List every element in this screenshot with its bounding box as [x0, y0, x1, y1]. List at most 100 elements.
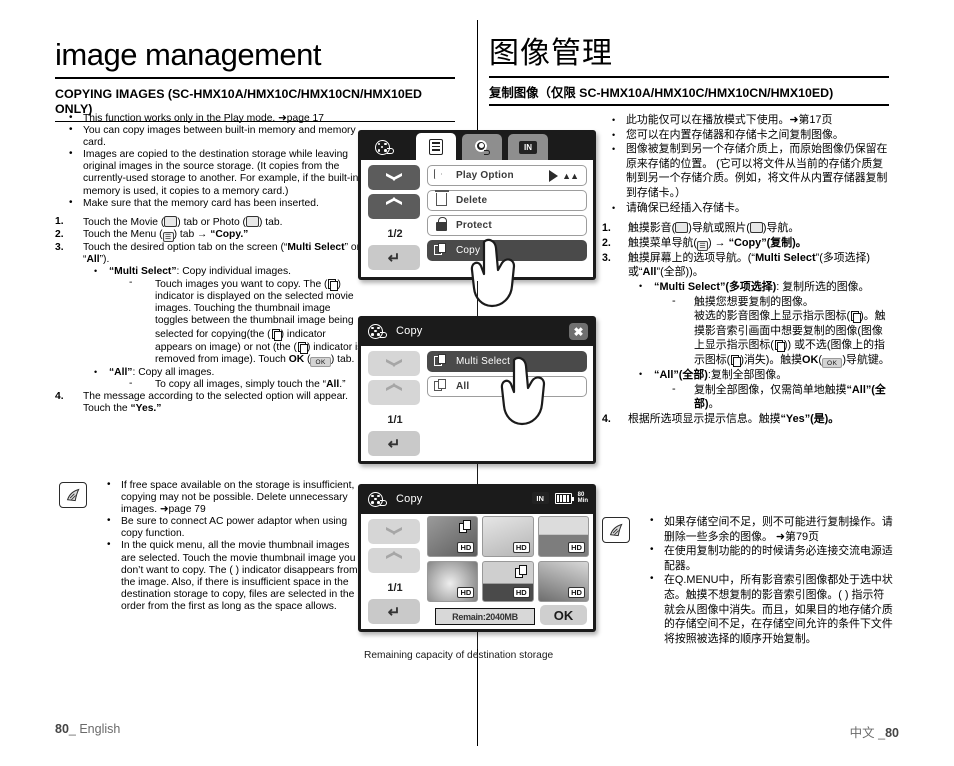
- step-3-bold-1: Multi Select: [287, 241, 345, 253]
- list-item: Make sure that the memory card has been …: [55, 197, 365, 210]
- film-reel-icon: [368, 491, 387, 507]
- list-item: You can copy images between built-in mem…: [55, 124, 365, 149]
- detail-e: )消失)。触摸: [740, 353, 803, 366]
- footer-underscore: _: [874, 726, 886, 740]
- step-1-text-c: ) tab.: [258, 216, 283, 228]
- ok-bold: OK: [802, 353, 819, 366]
- screen2-title: Copy: [396, 325, 423, 337]
- all-detail-end: .”: [339, 378, 346, 390]
- note-item: Be sure to connect AC power adaptor when…: [93, 515, 367, 540]
- screen2-title-bar: Copy ✖: [358, 316, 596, 346]
- scroll-down-button[interactable]: [368, 548, 420, 573]
- menu-tab-button[interactable]: [416, 133, 456, 161]
- close-icon[interactable]: ✖: [569, 323, 588, 340]
- step-2-text-b: ) tab →: [173, 228, 211, 240]
- step-4-bold: “Yes”(是)。: [780, 412, 840, 425]
- page-indicator: 1/1: [387, 414, 403, 426]
- menu-item-copy[interactable]: Copy: [427, 240, 587, 261]
- chinese-column-header: 图像管理 复制图像（仅限 SC-HMX10A/HMX10C/HMX10CN/HM…: [489, 37, 889, 106]
- step-1: Touch the Movie () tab or Photo () tab.: [55, 215, 365, 229]
- remaining-capacity-label: Remain:2040MB: [435, 608, 535, 625]
- thumbnail-item[interactable]: HD: [427, 561, 479, 602]
- list-item: 图像被复制到另一个存储介质上，而原始图像仍保留在原来存储的位置。 (它可以将文件…: [602, 142, 892, 200]
- english-note-box: If free space available on the storage i…: [55, 479, 367, 613]
- detail-g: )导航键。: [842, 353, 890, 366]
- hd-badge: HD: [568, 587, 585, 598]
- step-4-text: The message according to the selected op…: [83, 390, 349, 414]
- option-all[interactable]: All: [427, 376, 587, 397]
- thumbnail-item[interactable]: HD: [482, 561, 534, 602]
- all-detail-a: 复制全部图像，仅需简单地触摸: [694, 383, 847, 396]
- footer-chinese: 中文 _80: [850, 722, 899, 741]
- screen3-title-bar: Copy IN 80 Min: [358, 484, 596, 514]
- step-3-text-a: 触摸屏幕上的选项导航。(“: [628, 251, 756, 264]
- step-4: 根据所选项显示提示信息。触摸“Yes”(是)。: [602, 412, 892, 427]
- step-4-bold: “Yes.”: [130, 402, 162, 414]
- copy-indicator-icon: [327, 278, 339, 292]
- screen1-nav-column: 1/2 ↵: [368, 165, 422, 274]
- english-bullet-list: This function works only in the Play mod…: [55, 112, 365, 210]
- step-3-bold-1: Multi Select: [755, 251, 816, 264]
- step-1-text-a: Touch the Movie (: [83, 216, 165, 228]
- screen3-title: Copy: [396, 493, 423, 505]
- option-multi-select[interactable]: Multi Select: [427, 351, 587, 372]
- back-button[interactable]: ↵: [368, 245, 420, 270]
- note-item: If free space available on the storage i…: [93, 479, 367, 516]
- step-3-text-a: Touch the desired option tab on the scre…: [83, 241, 288, 253]
- multi-select-label: “Multi Select”(多项选择): [654, 280, 777, 293]
- movie-tab-icon: [675, 222, 689, 234]
- copy-indicator-icon: [271, 328, 282, 341]
- page-title-english: image management: [55, 37, 322, 72]
- thumbnail-item[interactable]: HD: [537, 516, 589, 557]
- multi-select-label: “Multi Select”: [109, 266, 177, 278]
- title-rule: [55, 77, 455, 79]
- screen3-nav-column: 1/1 ↵: [368, 519, 422, 628]
- thumbnail-item[interactable]: HD: [427, 516, 479, 557]
- movie-tab-button[interactable]: [364, 134, 404, 160]
- menu-item-label: Delete: [456, 195, 488, 206]
- film-reel-icon: [368, 323, 387, 339]
- back-button[interactable]: ↵: [368, 599, 420, 624]
- ok-button[interactable]: OK: [540, 605, 587, 625]
- option-label: All: [456, 381, 470, 392]
- detail-f: ) tab.: [330, 353, 355, 365]
- scroll-down-button[interactable]: [368, 194, 420, 219]
- step-3-text-c: ”).: [99, 253, 110, 265]
- leader-line-2: [477, 464, 479, 485]
- storage-tab-button[interactable]: IN: [508, 134, 548, 160]
- note-item: 如果存储空间不足，则不可能进行复制操作。请删除一些多余的图像。 ➜第79页: [636, 514, 894, 544]
- scroll-up-button[interactable]: [368, 351, 420, 376]
- back-button[interactable]: ↵: [368, 431, 420, 456]
- all-detail-bold: All: [326, 378, 340, 390]
- menu-tab-icon: ☰: [696, 240, 708, 251]
- back-arrow-icon: ↵: [387, 249, 401, 267]
- all-detail: To copy all images, simply touch the “Al…: [109, 378, 365, 391]
- hd-badge: HD: [457, 542, 475, 553]
- thumbnail-item[interactable]: HD: [537, 561, 589, 602]
- copy-indicator-icon: [850, 310, 862, 324]
- back-arrow-icon: ↵: [387, 603, 401, 621]
- settings-tab-button[interactable]: [462, 134, 502, 160]
- scroll-down-button[interactable]: [368, 380, 420, 405]
- copy-icon: [434, 243, 449, 258]
- all-detail-end: 。: [708, 398, 720, 411]
- in-storage-icon: IN: [519, 140, 537, 154]
- step-2-text-a: 触摸菜单导航(: [628, 236, 697, 249]
- english-body: This function works only in the Play mod…: [55, 112, 365, 415]
- hd-badge: HD: [568, 542, 585, 553]
- camera-screen-menu: IN 1/2 ↵ Play Option ▲▲ Delete Protect C…: [358, 130, 596, 308]
- chinese-bullet-list: 此功能仅可以在播放模式下使用。➜第17页 您可以在内置存储器和存储卡之间复制图像…: [602, 113, 892, 215]
- screen1-menu-list: Play Option ▲▲ Delete Protect Copy: [427, 165, 587, 265]
- menu-item-play-option[interactable]: Play Option ▲▲: [427, 165, 587, 186]
- step-2: Touch the Menu (☰) tab → “Copy.”: [55, 229, 365, 242]
- scroll-up-button[interactable]: [368, 519, 420, 544]
- thumbnail-item[interactable]: HD: [482, 516, 534, 557]
- all-detail-a: To copy all images, simply touch the “: [155, 378, 327, 390]
- scroll-up-button[interactable]: [368, 165, 420, 190]
- menu-item-protect[interactable]: Protect: [427, 215, 587, 236]
- page-indicator: 1/1: [387, 582, 403, 594]
- detail-text: 复制全部图像，仅需简单地触摸“All”(全部)。: [654, 381, 892, 412]
- page-title-chinese: 图像管理: [489, 37, 613, 70]
- menu-item-delete[interactable]: Delete: [427, 190, 587, 211]
- ok-button-icon: OK: [310, 356, 331, 367]
